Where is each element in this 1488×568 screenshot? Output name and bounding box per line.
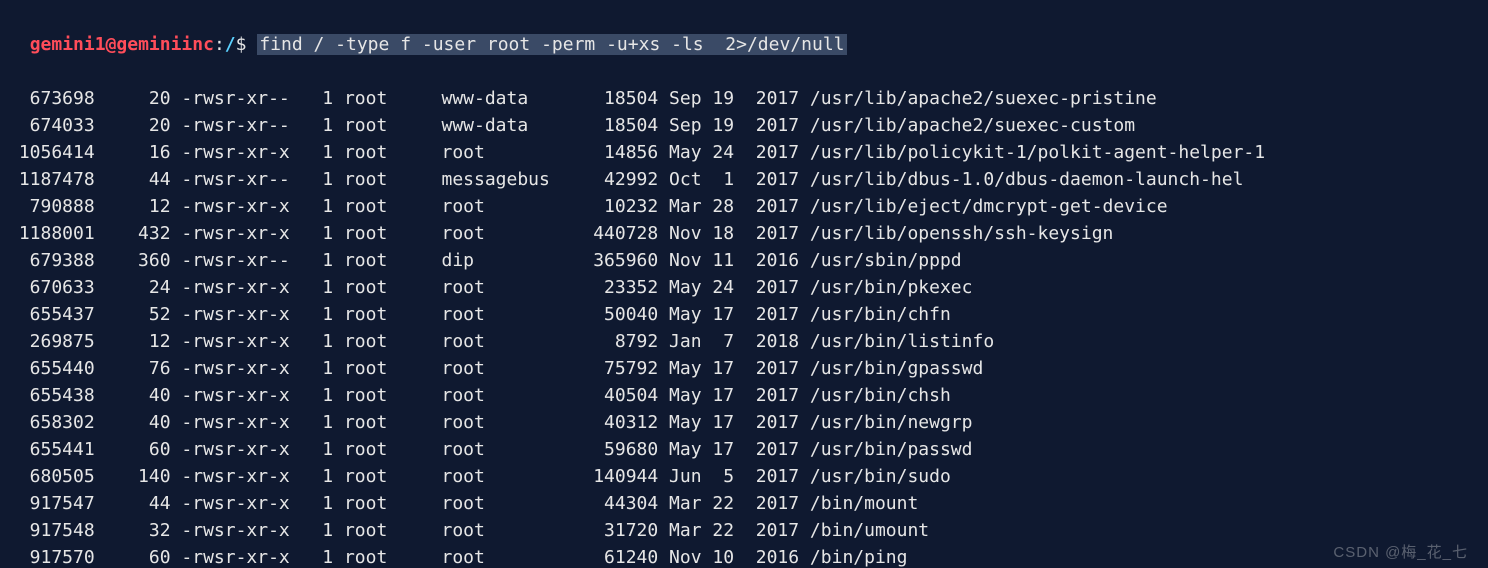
output-row: 655437 52 -rwsr-xr-x 1 root root 50040 M… xyxy=(8,301,1482,328)
command-input[interactable]: find / -type f -user root -perm -u+xs -l… xyxy=(257,34,846,55)
output-row: 673698 20 -rwsr-xr-- 1 root www-data 185… xyxy=(8,85,1482,112)
prompt-dollar: $ xyxy=(236,34,247,55)
output-row: 917547 44 -rwsr-xr-x 1 root root 44304 M… xyxy=(8,490,1482,517)
prompt-colon: : xyxy=(214,34,225,55)
prompt-path: / xyxy=(225,34,236,55)
output-row: 658302 40 -rwsr-xr-x 1 root root 40312 M… xyxy=(8,409,1482,436)
output-row: 655438 40 -rwsr-xr-x 1 root root 40504 M… xyxy=(8,382,1482,409)
prompt-at: @ xyxy=(106,34,117,55)
output-row: 679388 360 -rwsr-xr-- 1 root dip 365960 … xyxy=(8,247,1482,274)
output-row: 1187478 44 -rwsr-xr-- 1 root messagebus … xyxy=(8,166,1482,193)
prompt-user: gemini1 xyxy=(30,34,106,55)
output-rows: 673698 20 -rwsr-xr-- 1 root www-data 185… xyxy=(8,85,1482,568)
output-row: 680505 140 -rwsr-xr-x 1 root root 140944… xyxy=(8,463,1482,490)
output-row: 655440 76 -rwsr-xr-x 1 root root 75792 M… xyxy=(8,355,1482,382)
prompt-host: geminiinc xyxy=(116,34,214,55)
output-row: 790888 12 -rwsr-xr-x 1 root root 10232 M… xyxy=(8,193,1482,220)
output-row: 269875 12 -rwsr-xr-x 1 root root 8792 Ja… xyxy=(8,328,1482,355)
output-row: 674033 20 -rwsr-xr-- 1 root www-data 185… xyxy=(8,112,1482,139)
watermark-text: CSDN @梅_花_七 xyxy=(1333,541,1468,562)
output-row: 670633 24 -rwsr-xr-x 1 root root 23352 M… xyxy=(8,274,1482,301)
output-row: 1188001 432 -rwsr-xr-x 1 root root 44072… xyxy=(8,220,1482,247)
output-row: 917548 32 -rwsr-xr-x 1 root root 31720 M… xyxy=(8,517,1482,544)
output-row: 655441 60 -rwsr-xr-x 1 root root 59680 M… xyxy=(8,436,1482,463)
output-row: 917570 60 -rwsr-xr-x 1 root root 61240 N… xyxy=(8,544,1482,568)
terminal[interactable]: gemini1@geminiinc:/$ find / -type f -use… xyxy=(0,0,1488,568)
output-row: 1056414 16 -rwsr-xr-x 1 root root 14856 … xyxy=(8,139,1482,166)
shell-prompt: gemini1@geminiinc:/$ xyxy=(30,34,247,55)
